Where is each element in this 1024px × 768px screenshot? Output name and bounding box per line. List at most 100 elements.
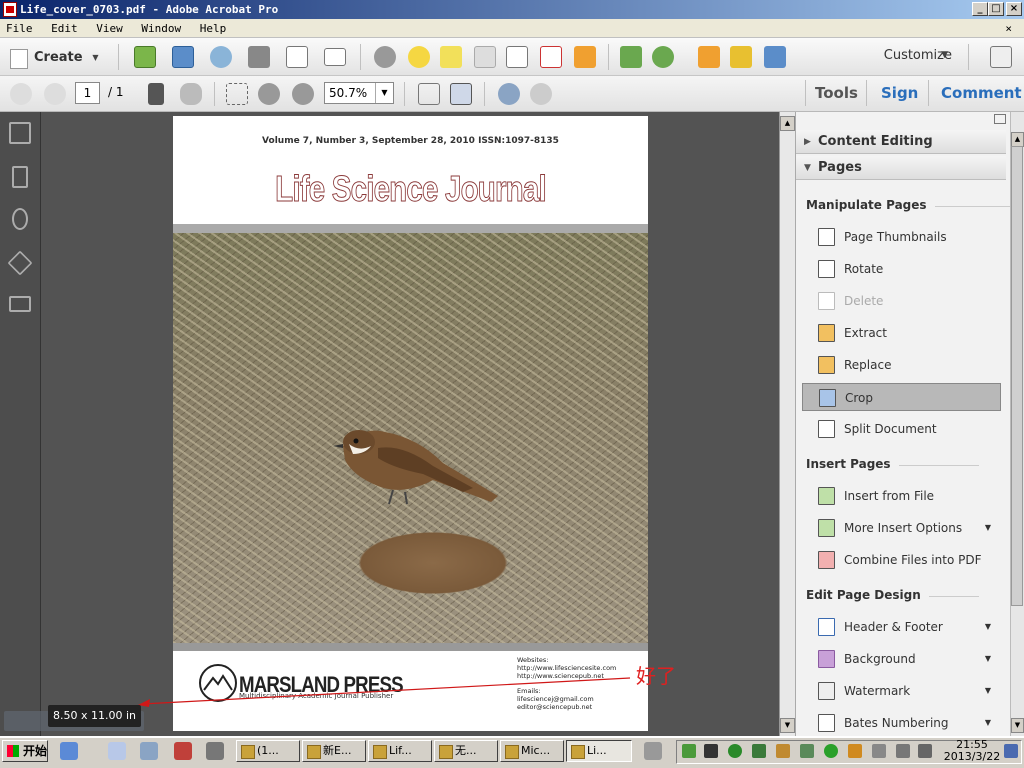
insert-options-icon[interactable] [652,46,674,68]
bates-numbering-item[interactable]: Bates Numbering ▼ [802,709,1001,737]
tray-icon[interactable] [918,744,932,758]
quicklaunch-icon[interactable] [60,742,78,760]
split-document-item[interactable]: Split Document [802,415,1001,443]
crop-item[interactable]: Crop [802,383,1001,411]
print-icon[interactable] [248,46,270,68]
page-number-input[interactable]: 1 [75,82,100,104]
replace-item[interactable]: Replace [802,351,1001,379]
clock[interactable]: 21:55 2013/3/22 [942,739,1002,763]
background-item[interactable]: Background ▼ [802,645,1001,673]
taskbar-task-active[interactable]: Li... [566,740,632,762]
quicklaunch-icon[interactable] [206,742,224,760]
cloud-upload-icon[interactable] [210,46,232,68]
previous-page-icon[interactable] [10,83,32,105]
attachments-icon[interactable] [12,208,28,230]
document-close-button[interactable]: × [1005,19,1012,38]
fit-width-icon[interactable] [450,83,472,105]
layers-icon[interactable] [7,250,33,276]
tools-tab[interactable]: Tools [815,84,858,102]
select-cursor-icon[interactable] [148,83,164,105]
highlight-icon[interactable] [440,46,462,68]
taskbar-task[interactable]: 无... [434,740,498,762]
menu-file[interactable]: File [6,22,33,35]
scroll-up-icon[interactable]: ▲ [780,116,795,131]
settings-gear-icon[interactable] [374,46,396,68]
keyboard-icon[interactable] [644,742,662,760]
minimize-button[interactable]: _ [972,2,988,16]
tray-icon[interactable] [704,744,718,758]
zoom-out-icon[interactable] [258,83,280,105]
rotate-page-icon[interactable] [506,46,528,68]
tray-icon[interactable] [824,744,838,758]
insert-from-file-item[interactable]: Insert from File [802,482,1001,510]
page-thumbnails-item[interactable]: Page Thumbnails [802,223,1001,251]
email-icon[interactable] [324,48,346,66]
zoom-dropdown-icon[interactable]: ▼ [375,83,393,103]
zoom-in-icon[interactable] [292,83,314,105]
quicklaunch-icon[interactable] [174,742,192,760]
extract-page-icon[interactable] [698,46,720,68]
open-icon[interactable] [134,46,156,68]
taskbar-task[interactable]: Lif... [368,740,432,762]
create-button[interactable]: Create [8,46,99,70]
watermark-item[interactable]: Watermark ▼ [802,677,1001,705]
marquee-zoom-icon[interactable] [226,83,248,105]
save-icon[interactable] [172,46,194,68]
extract-item[interactable]: Extract [802,319,1001,347]
tray-icon[interactable] [682,744,696,758]
comment-tab[interactable]: Comment [941,84,1022,102]
insert-page-icon[interactable] [620,46,642,68]
volume-icon[interactable] [848,744,862,758]
start-button[interactable]: 开始 [2,740,48,762]
page-thumbnails-panel-icon[interactable] [9,122,31,144]
taskbar-task[interactable]: Mic... [500,740,564,762]
customize-dropdown-icon[interactable]: ▼ [941,50,948,60]
scroll-down-icon[interactable]: ▼ [780,718,795,733]
menu-help[interactable]: Help [200,22,227,35]
replace-pages-icon[interactable] [574,46,596,68]
sign-tab[interactable]: Sign [881,84,918,102]
content-editing-section[interactable]: ▶ Content Editing [796,130,1006,154]
comment-bubble-icon[interactable] [408,46,430,68]
expand-icon[interactable] [990,46,1012,68]
dropdown-arrow-icon[interactable]: ▼ [985,514,991,542]
more-insert-options-item[interactable]: More Insert Options ▼ [802,514,1001,542]
edit-document-icon[interactable] [286,46,308,68]
bookmarks-icon[interactable] [12,166,28,188]
dropdown-arrow-icon[interactable]: ▼ [985,677,991,705]
scroll-down-icon[interactable]: ▼ [1011,718,1024,733]
menu-window[interactable]: Window [141,22,181,35]
tray-icon[interactable] [872,744,886,758]
pages-section[interactable]: ▼ Pages [796,156,1006,180]
scroll-up-icon[interactable]: ▲ [1011,132,1024,147]
close-button[interactable]: × [1006,2,1022,16]
header-footer-item[interactable]: Header & Footer ▼ [802,613,1001,641]
shield-icon[interactable] [728,744,742,758]
dropdown-arrow-icon[interactable]: ▼ [985,645,991,673]
document-scrollbar[interactable]: ▲ ▼ [779,112,795,736]
tray-icon[interactable] [776,744,790,758]
pdf-page[interactable]: Volume 7, Number 3, September 28, 2010 I… [173,116,648,731]
quicklaunch-icon[interactable] [108,742,126,760]
taskbar-task[interactable]: 新E... [302,740,366,762]
tray-icon[interactable] [800,744,814,758]
next-page-icon[interactable] [44,83,66,105]
quicklaunch-icon[interactable] [140,742,158,760]
maximize-button[interactable]: □ [988,2,1004,16]
tray-icon[interactable] [896,744,910,758]
tray-icon[interactable] [752,744,766,758]
taskbar-task[interactable]: (1... [236,740,300,762]
show-desktop-icon[interactable] [1004,744,1018,758]
delete-item[interactable]: Delete [802,287,1001,315]
measure-icon[interactable] [730,46,752,68]
zoom-select[interactable]: 50.7% ▼ [324,82,394,104]
menu-edit[interactable]: Edit [51,22,78,35]
combine-files-item[interactable]: Combine Files into PDF [802,546,1001,574]
hand-tool-icon[interactable] [180,83,202,105]
fit-page-icon[interactable] [418,83,440,105]
redo-icon[interactable] [530,83,552,105]
dropdown-arrow-icon[interactable]: ▼ [985,709,991,737]
signatures-icon[interactable] [9,296,31,312]
pdf-export-icon[interactable] [540,46,562,68]
save-as-icon[interactable] [764,46,786,68]
